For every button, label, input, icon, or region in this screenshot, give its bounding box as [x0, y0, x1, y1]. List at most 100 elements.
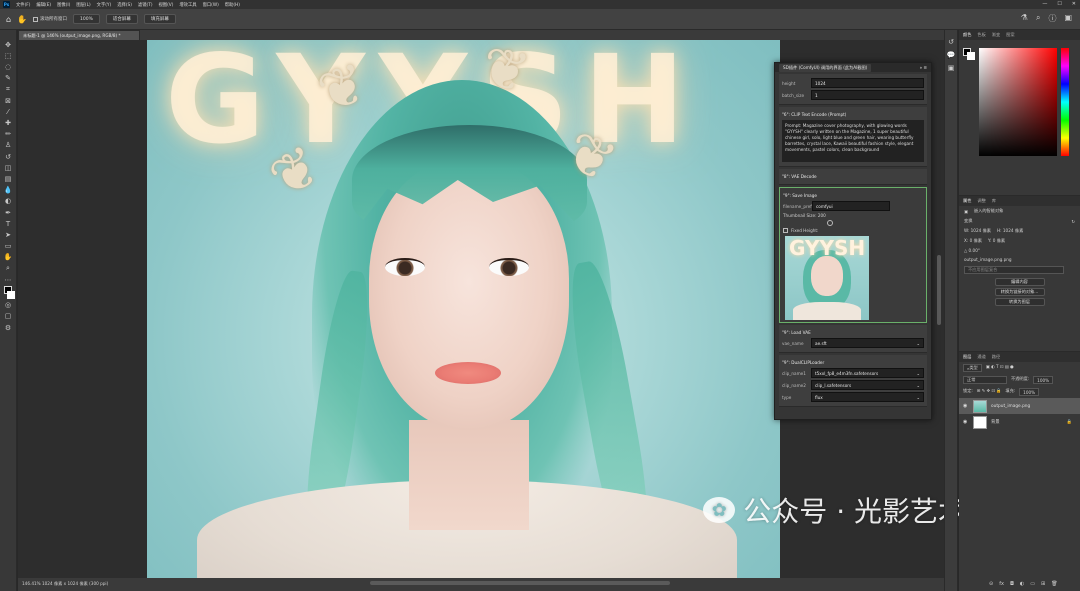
comments-panel-icon[interactable]: 💬 [947, 51, 956, 59]
convert-to-layers-button[interactable]: 转换为图层 [994, 298, 1045, 306]
layer-row[interactable]: ◉ 背景 🔒 [959, 414, 1080, 430]
move-tool-icon[interactable]: ✥ [2, 40, 14, 50]
shape-tool-icon[interactable]: ▭ [2, 241, 14, 251]
convert-to-linked-button[interactable]: 转换为链接的对象... [994, 288, 1045, 296]
fill-input[interactable]: 100% [1019, 388, 1040, 396]
hand-tool-icon[interactable]: ✋ [2, 253, 14, 263]
width-field[interactable]: W: 1024 像素 [964, 228, 991, 234]
menu-filter[interactable]: 滤镜(T) [138, 2, 153, 8]
type-tool-icon[interactable]: T [2, 219, 14, 229]
blend-mode-select[interactable]: 正常 [963, 376, 1007, 384]
workspace-icon[interactable]: ▣ [1064, 13, 1072, 24]
search-icon[interactable]: ⌕ [1036, 13, 1040, 24]
fx-icon[interactable]: fx [999, 581, 1004, 587]
quick-mask-icon[interactable]: ◎ [2, 301, 14, 311]
edit-contents-button[interactable]: 编辑内容 [994, 278, 1045, 286]
menu-help[interactable]: 帮助(H) [225, 2, 240, 8]
prompt-textarea[interactable]: Prompt: Magazine cover photography, with… [782, 120, 924, 162]
prefix-input[interactable]: comfyui [812, 201, 890, 211]
zoom-100-button[interactable]: 100% [73, 14, 100, 24]
thumbnail-slider[interactable] [827, 220, 833, 226]
pen-tool-icon[interactable]: ✒ [2, 208, 14, 218]
hand-tool-icon[interactable]: ✋ [17, 15, 27, 24]
delete-layer-icon[interactable]: 🗑 [1051, 581, 1057, 587]
layer-comp-select[interactable]: 不应用图层复合 [964, 266, 1064, 274]
tab-color[interactable]: 颜色 [963, 32, 971, 38]
height-input[interactable]: 1024 [811, 78, 924, 88]
x-field[interactable]: X: 0 像素 [964, 238, 982, 244]
fill-screen-button[interactable]: 填充屏幕 [143, 14, 176, 24]
new-group-icon[interactable]: ▭ [1030, 581, 1035, 587]
type-select[interactable]: flux ⌄ [811, 392, 924, 402]
close-icon[interactable]: ✕ [1072, 1, 1076, 7]
tab-gradients[interactable]: 渐变 [992, 32, 1000, 38]
eraser-tool-icon[interactable]: ◫ [2, 163, 14, 173]
visibility-eye-icon[interactable]: ◉ [963, 419, 969, 425]
link-layers-icon[interactable]: ⊝ [989, 581, 993, 587]
color-picker-field[interactable] [979, 48, 1057, 156]
background-color-swatch[interactable] [967, 52, 975, 60]
gradient-tool-icon[interactable]: ▤ [2, 174, 14, 184]
healing-brush-icon[interactable]: ✚ [2, 118, 14, 128]
eyedropper-tool-icon[interactable]: ⁄ [2, 107, 14, 117]
crop-tool-icon[interactable]: ⌗ [2, 85, 14, 95]
blur-tool-icon[interactable]: 💧 [2, 185, 14, 195]
stamp-tool-icon[interactable]: ♙ [2, 141, 14, 151]
new-layer-icon[interactable]: ⊞ [1041, 581, 1045, 587]
fit-screen-button[interactable]: 适合屏幕 [105, 14, 138, 24]
preview-image[interactable]: GYYSH [785, 236, 869, 320]
dodge-tool-icon[interactable]: ◐ [2, 197, 14, 207]
visibility-eye-icon[interactable]: ◉ [963, 403, 969, 409]
quick-select-tool-icon[interactable]: ✎ [2, 74, 14, 84]
help-icon[interactable]: ⓘ [1048, 13, 1056, 24]
lock-icons[interactable]: ⊞ ✎ ✥ ⊡ 🔒 [977, 388, 1002, 396]
tab-properties[interactable]: 属性 [963, 198, 971, 204]
tab-channels[interactable]: 通道 [977, 354, 985, 360]
opacity-input[interactable]: 100% [1033, 376, 1054, 384]
minimize-icon[interactable]: — [1042, 1, 1047, 7]
plugin-header[interactable]: SD插件 (ComfyUI) 调用的界面 (此为AI截图) » ≡ [775, 63, 931, 72]
menu-image[interactable]: 图像(I) [57, 2, 70, 8]
plugin-panel-icon[interactable]: ▣ [948, 64, 955, 72]
path-select-icon[interactable]: ➤ [2, 230, 14, 240]
filter-icons[interactable]: ▣ ◐ T ⊡ ▤ ● [986, 364, 1014, 372]
menu-file[interactable]: 文件(F) [16, 2, 30, 8]
edit-toolbar-icon[interactable]: ⚙ [2, 323, 14, 333]
tab-layers[interactable]: 图层 [963, 354, 971, 360]
menu-plugins[interactable]: 增效工具 [179, 2, 196, 8]
add-mask-icon[interactable]: ◘ [1010, 581, 1014, 587]
background-color-swatch[interactable] [6, 290, 15, 299]
vertical-scrollbar[interactable] [937, 255, 941, 325]
tab-adjustments[interactable]: 调整 [977, 198, 985, 204]
menu-select[interactable]: 选择(S) [117, 2, 132, 8]
document-tab[interactable]: 未标题-1 @ 146% (output_image.png, RGB/8) * [18, 30, 140, 40]
adjustment-layer-icon[interactable]: ◐ [1020, 581, 1024, 587]
collapse-icon[interactable]: » ≡ [920, 65, 927, 70]
reset-icon[interactable]: ↻ [1071, 219, 1075, 224]
history-panel-icon[interactable]: ↺ [948, 38, 954, 46]
tab-patterns[interactable]: 图案 [1006, 32, 1014, 38]
hue-slider[interactable] [1061, 48, 1069, 156]
tab-libraries[interactable]: 库 [992, 198, 996, 204]
vae-name-select[interactable]: ae.sft ⌄ [811, 338, 924, 348]
home-icon[interactable]: ⌂ [6, 15, 11, 24]
layer-row[interactable]: ◉ output_image.png [959, 398, 1080, 414]
tab-paths[interactable]: 路径 [992, 354, 1000, 360]
scroll-all-checkbox[interactable]: 滚动所有窗口 [33, 16, 67, 22]
document-canvas[interactable]: GYYSH ❦ ❦ ❦ ❦ [147, 40, 780, 578]
y-field[interactable]: Y: 0 像素 [988, 238, 1005, 244]
clip1-select[interactable]: t5xxl_fp8_e4m3fn.safetensors ⌄ [811, 368, 924, 378]
menu-view[interactable]: 视图(V) [159, 2, 174, 8]
frame-tool-icon[interactable]: ⊠ [2, 96, 14, 106]
menu-layer[interactable]: 图层(L) [76, 2, 90, 8]
brush-tool-icon[interactable]: ✏ [2, 130, 14, 140]
history-brush-icon[interactable]: ↺ [2, 152, 14, 162]
menu-type[interactable]: 文字(Y) [97, 2, 112, 8]
share-icon[interactable]: ⚗ [1021, 13, 1028, 24]
screen-mode-icon[interactable]: ▢ [2, 312, 14, 322]
batch-input[interactable]: 1 [811, 90, 924, 100]
menu-edit[interactable]: 编辑(E) [36, 2, 51, 8]
lasso-tool-icon[interactable]: ◌ [2, 62, 14, 72]
fixed-height-checkbox[interactable] [783, 228, 788, 233]
tab-swatches[interactable]: 色板 [977, 32, 985, 38]
